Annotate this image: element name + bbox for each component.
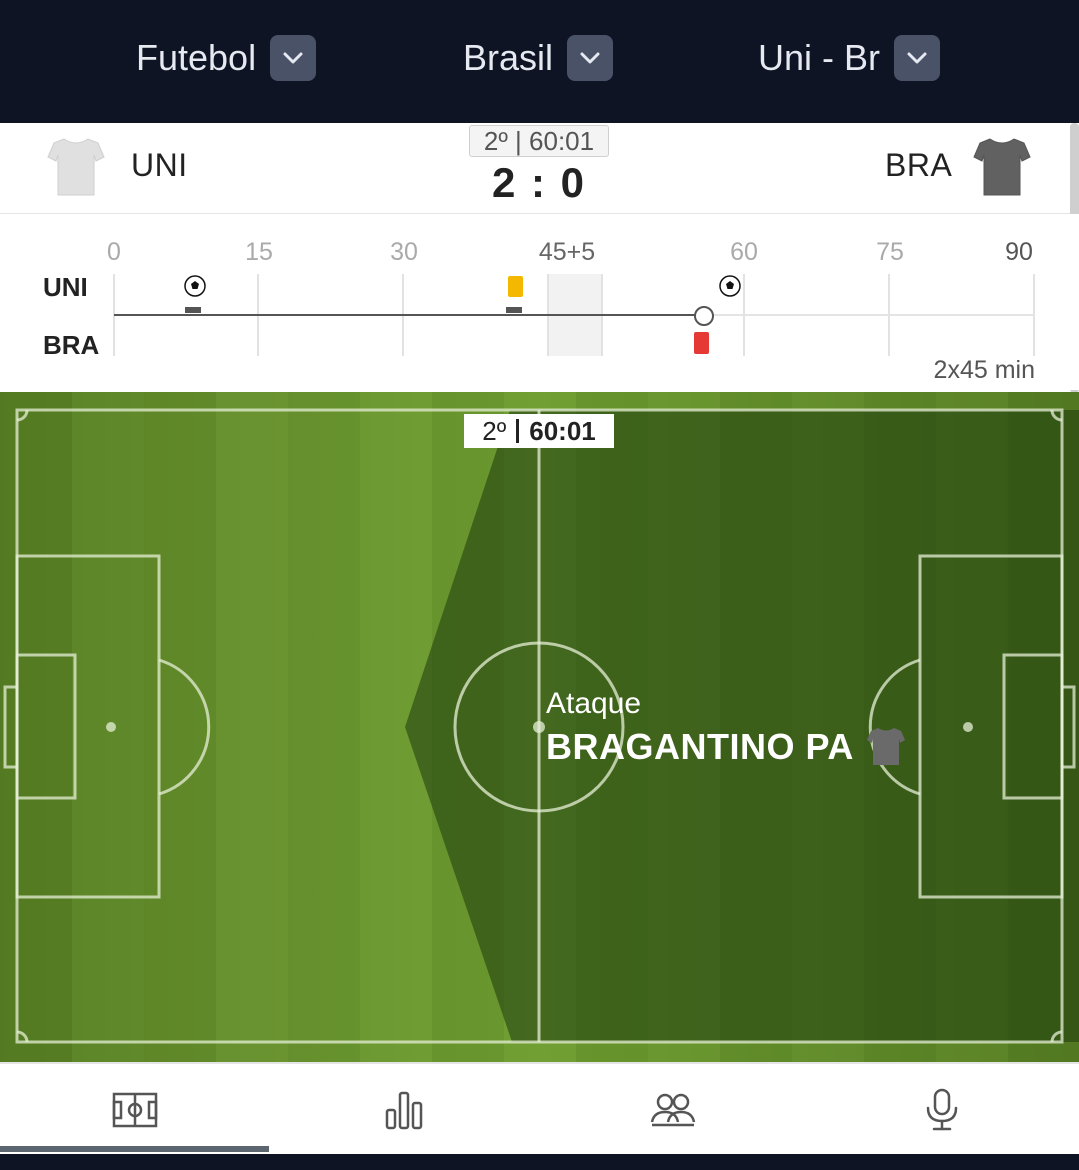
match-score: 2 : 0 [491, 159, 587, 206]
attack-status-label: Ataque [546, 687, 642, 720]
chevron-down-icon[interactable] [567, 35, 614, 81]
chevron-down-icon[interactable] [270, 35, 317, 81]
timeline-away-label: BRA [43, 330, 100, 360]
timeline-progress [114, 314, 704, 316]
timeline-tick: 45+5 [538, 238, 596, 266]
timeline-tick: 90 [1005, 238, 1033, 266]
pitch-time: 60:01 [529, 415, 596, 446]
sport-selector[interactable]: Futebol [136, 34, 317, 82]
goal-ball-icon[interactable] [719, 275, 741, 297]
timeline-current-marker [694, 306, 714, 326]
tab-commentary[interactable] [807, 1064, 1076, 1156]
home-shirt-icon [47, 138, 105, 196]
match-selector[interactable]: Uni - Br [758, 34, 941, 82]
active-tab-indicator [0, 1146, 269, 1152]
microphone-icon [926, 1088, 957, 1131]
tab-pitch[interactable] [0, 1064, 269, 1156]
match-format: 2x45 min [933, 356, 1035, 384]
sport-label: Futebol [136, 37, 257, 78]
pitch-clock: 2º 60:01 [464, 414, 614, 448]
match-clock: 2º | 60:01 [469, 125, 609, 157]
timeline-tick: 0 [107, 238, 121, 266]
pitch-period: 2º [482, 415, 507, 446]
timeline-tick: 75 [876, 238, 904, 266]
country-label: Brasil [463, 37, 554, 78]
yellow-card-icon[interactable] [508, 276, 523, 297]
bottom-strip [0, 1154, 1079, 1170]
bottom-tab-bar [0, 1062, 1079, 1156]
timeline-tick: 15 [245, 238, 273, 266]
pitch-view: 2º 60:01 Ataque BRAGANTINO PA [0, 392, 1079, 1062]
tab-statistics[interactable] [269, 1064, 538, 1156]
timeline-tick: 60 [730, 238, 758, 266]
red-card-icon[interactable] [694, 332, 709, 354]
away-team-name: BRA [885, 147, 953, 183]
goal-ball-icon[interactable] [184, 275, 206, 297]
top-navigation: Futebol Brasil Uni - Br [0, 0, 1079, 123]
attack-team-name: BRAGANTINO PA [546, 726, 854, 767]
pitch-icon [112, 1092, 157, 1128]
chevron-down-icon[interactable] [894, 35, 941, 81]
score-header: UNI 2º | 60:01 2 : 0 BRA [0, 123, 1079, 215]
event-marker [506, 307, 522, 313]
tab-lineups[interactable] [538, 1064, 807, 1156]
home-team-name: UNI [131, 147, 188, 183]
pitch-graphic [0, 392, 1079, 1062]
match-timeline: 0 15 30 45+5 60 75 90 UNI BRA 2x45 min [0, 214, 1079, 390]
event-marker [185, 307, 201, 313]
timeline-home-label: UNI [43, 272, 88, 302]
country-selector[interactable]: Brasil [463, 34, 614, 82]
bar-chart-icon [385, 1091, 422, 1130]
match-label: Uni - Br [758, 37, 881, 78]
players-icon [650, 1093, 695, 1127]
away-shirt-icon [973, 138, 1031, 196]
timeline-tick: 30 [390, 238, 418, 266]
divider [516, 419, 520, 443]
